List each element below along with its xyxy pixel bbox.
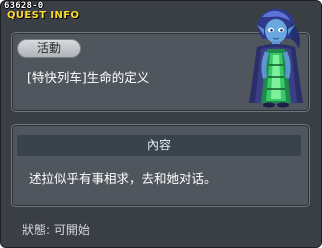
window-title: QUEST INFO bbox=[7, 10, 80, 21]
activity-badge: 活動 bbox=[17, 39, 81, 58]
quest-status: 狀態: 可開始 bbox=[22, 223, 90, 237]
npc-portrait-icon bbox=[249, 8, 303, 108]
quest-name: [特快列车]生命的定义 bbox=[27, 70, 150, 85]
content-header: 內容 bbox=[17, 134, 301, 156]
content-text: 述拉似乎有事相求，去和她对话。 bbox=[29, 171, 217, 186]
quest-info-window: 63628-0 QUEST INFO 活動 [特快列车]生命的定义 內容 述拉似… bbox=[0, 0, 322, 248]
